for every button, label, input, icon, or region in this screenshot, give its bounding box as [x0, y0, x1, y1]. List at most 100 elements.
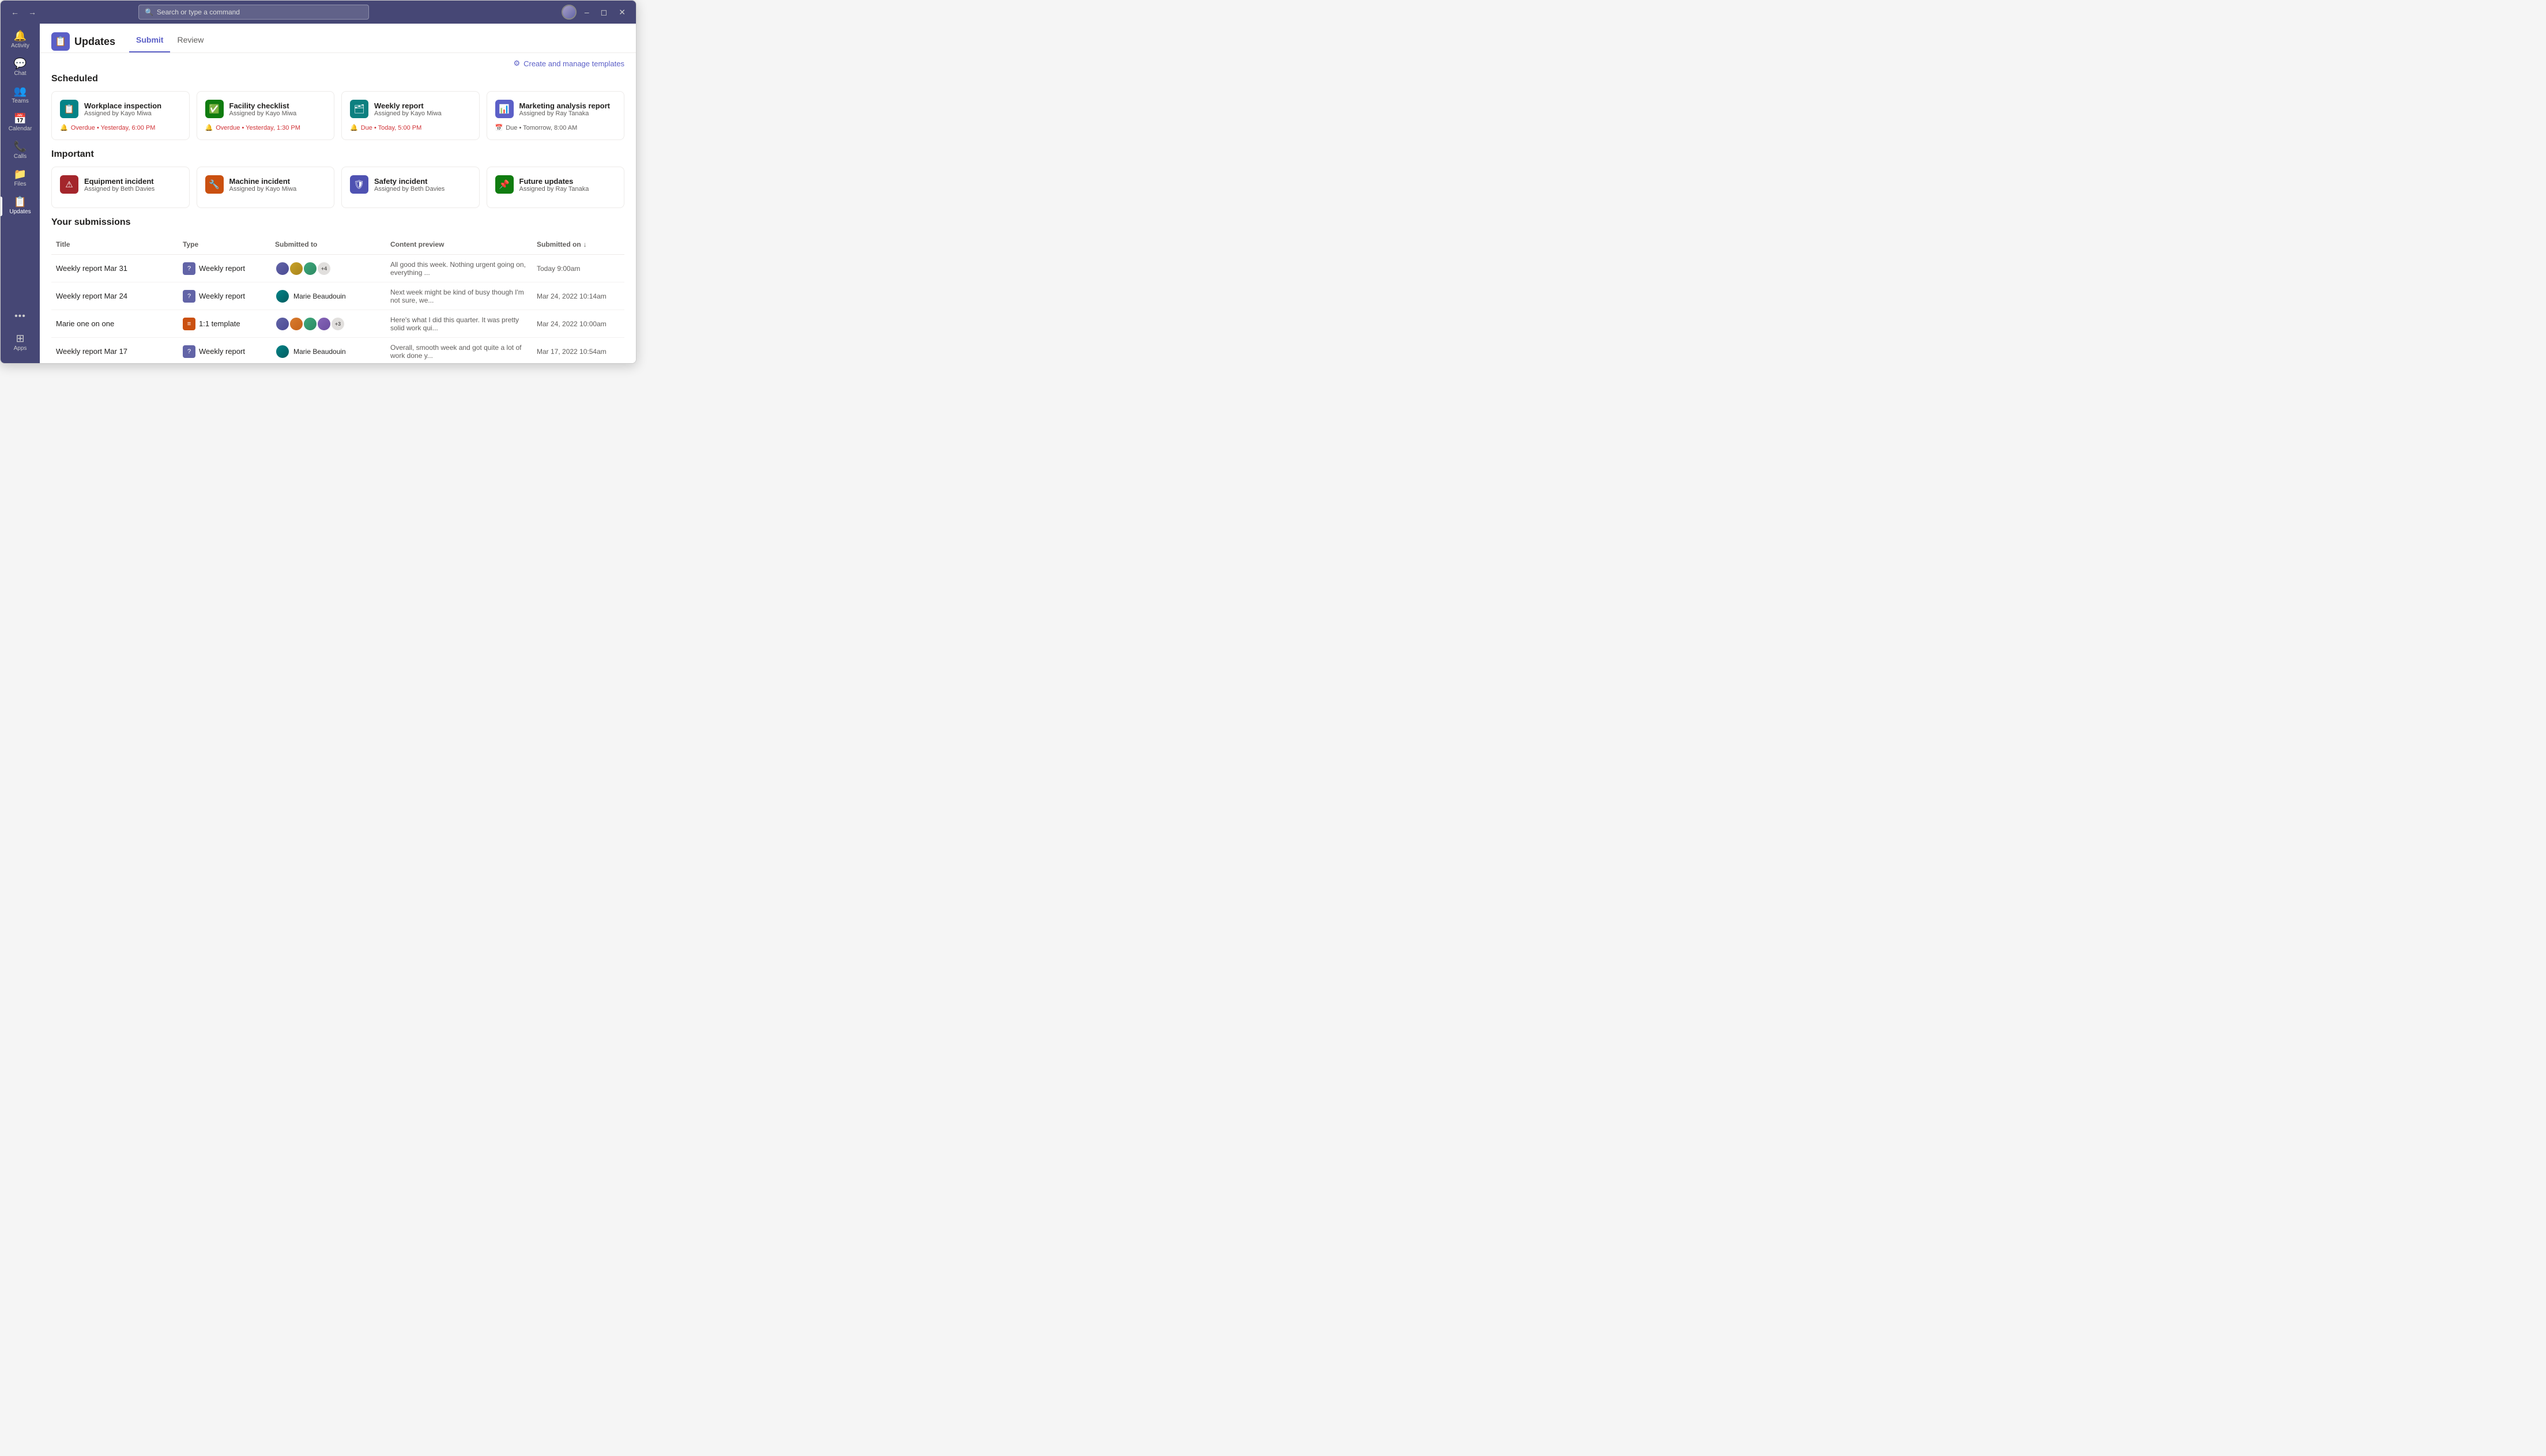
card-title-group: Weekly report Assigned by Kayo Miwa: [374, 101, 442, 117]
card-safety-incident[interactable]: 🛡 Safety incident Assigned by Beth Davie…: [341, 167, 480, 208]
card-title-group: Workplace inspection Assigned by Kayo Mi…: [84, 101, 161, 117]
back-button[interactable]: ←: [7, 6, 22, 18]
card-equipment-incident[interactable]: ⚠ Equipment incident Assigned by Beth Da…: [51, 167, 190, 208]
table-header: Title Type Submitted to Content preview …: [51, 235, 624, 255]
nav-buttons: ← →: [7, 6, 40, 18]
sidebar-item-label: Calendar: [9, 126, 32, 132]
status-text: Overdue • Yesterday, 6:00 PM: [71, 125, 156, 131]
cell-submitted-on: Mar 24, 2022 10:00am: [532, 315, 624, 333]
card-icon: 📌: [495, 175, 514, 194]
important-cards-grid: ⚠ Equipment incident Assigned by Beth Da…: [51, 167, 624, 208]
col-submitted-on[interactable]: Submitted on ↓: [532, 238, 624, 251]
card-subtitle: Assigned by Kayo Miwa: [229, 110, 297, 117]
table-row[interactable]: Weekly report Mar 17 ? Weekly report Mar…: [51, 338, 624, 363]
col-title: Title: [51, 238, 178, 251]
top-nav: 📋 Updates Submit Review: [40, 24, 636, 53]
card-weekly-report[interactable]: 🗂 Weekly report Assigned by Kayo Miwa 🔔 …: [341, 91, 480, 140]
scheduled-section: Scheduled 📋 Workplace inspection Assigne…: [40, 74, 636, 149]
card-title-group: Future updates Assigned by Ray Tanaka: [519, 177, 589, 193]
card-header: 📋 Workplace inspection Assigned by Kayo …: [60, 100, 181, 118]
card-subtitle: Assigned by Ray Tanaka: [519, 186, 589, 193]
cell-submitted-on: Mar 24, 2022 10:14am: [532, 288, 624, 305]
search-bar[interactable]: 🔍 Search or type a command: [138, 5, 369, 20]
avatars-group: +4: [275, 261, 381, 276]
app-icon: 📋: [51, 32, 70, 51]
user-avatar[interactable]: [562, 5, 577, 20]
card-subtitle: Assigned by Beth Davies: [374, 186, 445, 193]
updates-icon: 📋: [14, 197, 27, 207]
col-type: Type: [178, 238, 270, 251]
sidebar-item-label: Apps: [14, 345, 27, 352]
type-icon: ?: [183, 345, 195, 358]
card-header: 🔧 Machine incident Assigned by Kayo Miwa: [205, 175, 326, 194]
type-icon: ≡: [183, 318, 195, 330]
cell-title: Weekly report Mar 17: [51, 342, 178, 360]
sidebar-item-teams[interactable]: 👥 Teams: [1, 81, 40, 109]
table-row[interactable]: Weekly report Mar 31 ? Weekly report: [51, 255, 624, 282]
card-subtitle: Assigned by Kayo Miwa: [84, 110, 161, 117]
card-subtitle: Assigned by Kayo Miwa: [229, 186, 297, 193]
sidebar-item-calendar[interactable]: 📅 Calendar: [1, 109, 40, 137]
card-header: ⚠ Equipment incident Assigned by Beth Da…: [60, 175, 181, 194]
card-status: 📅 Due • Tomorrow, 8:00 AM: [495, 124, 616, 131]
card-icon: 🔧: [205, 175, 224, 194]
avatars-group: +3: [275, 316, 381, 331]
sidebar-item-updates[interactable]: 📋 Updates: [1, 192, 40, 220]
card-status: 🔔 Overdue • Yesterday, 1:30 PM: [205, 124, 326, 131]
card-title: Facility checklist: [229, 101, 297, 110]
cell-type: ? Weekly report: [178, 258, 270, 280]
sidebar-item-apps[interactable]: ⊞ Apps: [12, 329, 29, 356]
table-row[interactable]: Marie one on one ≡ 1:1 template: [51, 310, 624, 338]
app-window: ← → 🔍 Search or type a command – ◻ ✕ 🔔 A…: [0, 0, 636, 364]
tab-submit[interactable]: Submit: [129, 31, 170, 52]
page-title: Updates: [74, 36, 115, 48]
sidebar-item-label: Chat: [14, 70, 26, 77]
status-text: Overdue • Yesterday, 1:30 PM: [216, 125, 300, 131]
card-subtitle: Assigned by Kayo Miwa: [374, 110, 442, 117]
cell-submitted-on: Today 9:00am: [532, 260, 624, 277]
card-future-updates[interactable]: 📌 Future updates Assigned by Ray Tanaka: [487, 167, 625, 208]
table-row[interactable]: Weekly report Mar 24 ? Weekly report Mar…: [51, 282, 624, 310]
type-badge: ? Weekly report: [183, 290, 266, 303]
window-controls: – ◻ ✕: [562, 5, 629, 20]
card-icon: 📊: [495, 100, 514, 118]
status-text: Due • Today, 5:00 PM: [361, 125, 422, 131]
status-icon: 🔔: [60, 124, 68, 131]
sidebar-item-calls[interactable]: 📞 Calls: [1, 137, 40, 164]
cell-preview: All good this week. Nothing urgent going…: [386, 256, 532, 281]
more-icon: •••: [14, 311, 26, 322]
card-title-group: Machine incident Assigned by Kayo Miwa: [229, 177, 297, 193]
card-facility-checklist[interactable]: ✅ Facility checklist Assigned by Kayo Mi…: [197, 91, 335, 140]
type-icon: ?: [183, 290, 195, 303]
apps-icon: ⊞: [16, 333, 24, 344]
sidebar-item-label: Activity: [11, 43, 29, 49]
create-templates-button[interactable]: ⚙ Create and manage templates: [513, 59, 624, 68]
sidebar-bottom: ••• ⊞ Apps: [12, 307, 29, 363]
card-title-group: Marketing analysis report Assigned by Ra…: [519, 101, 611, 117]
close-button[interactable]: ✕: [615, 6, 629, 18]
sidebar-item-chat[interactable]: 💬 Chat: [1, 54, 40, 81]
submissions-table: Title Type Submitted to Content preview …: [51, 235, 624, 363]
chat-icon: 💬: [14, 58, 27, 69]
card-icon: ⚠: [60, 175, 78, 194]
card-title: Marketing analysis report: [519, 101, 611, 110]
sidebar-item-more[interactable]: •••: [12, 307, 29, 326]
card-machine-incident[interactable]: 🔧 Machine incident Assigned by Kayo Miwa: [197, 167, 335, 208]
cell-title: Marie one on one: [51, 315, 178, 333]
cell-submitted-to: Marie Beaudouin: [270, 284, 386, 308]
card-subtitle: Assigned by Beth Davies: [84, 186, 155, 193]
scheduled-cards-grid: 📋 Workplace inspection Assigned by Kayo …: [51, 91, 624, 140]
cell-type: ≡ 1:1 template: [178, 313, 270, 335]
tab-review[interactable]: Review: [170, 31, 210, 52]
cell-submitted-to: +3: [270, 312, 386, 336]
maximize-button[interactable]: ◻: [597, 6, 611, 18]
cell-submitted-to: +4: [270, 257, 386, 281]
status-text: Due • Tomorrow, 8:00 AM: [506, 125, 577, 131]
minimize-button[interactable]: –: [581, 6, 593, 18]
forward-button[interactable]: →: [25, 6, 40, 18]
type-label: Weekly report: [199, 292, 245, 300]
sidebar-item-files[interactable]: 📁 Files: [1, 164, 40, 192]
sidebar-item-activity[interactable]: 🔔 Activity: [1, 26, 40, 54]
card-marketing-analysis[interactable]: 📊 Marketing analysis report Assigned by …: [487, 91, 625, 140]
card-workplace-inspection[interactable]: 📋 Workplace inspection Assigned by Kayo …: [51, 91, 190, 140]
